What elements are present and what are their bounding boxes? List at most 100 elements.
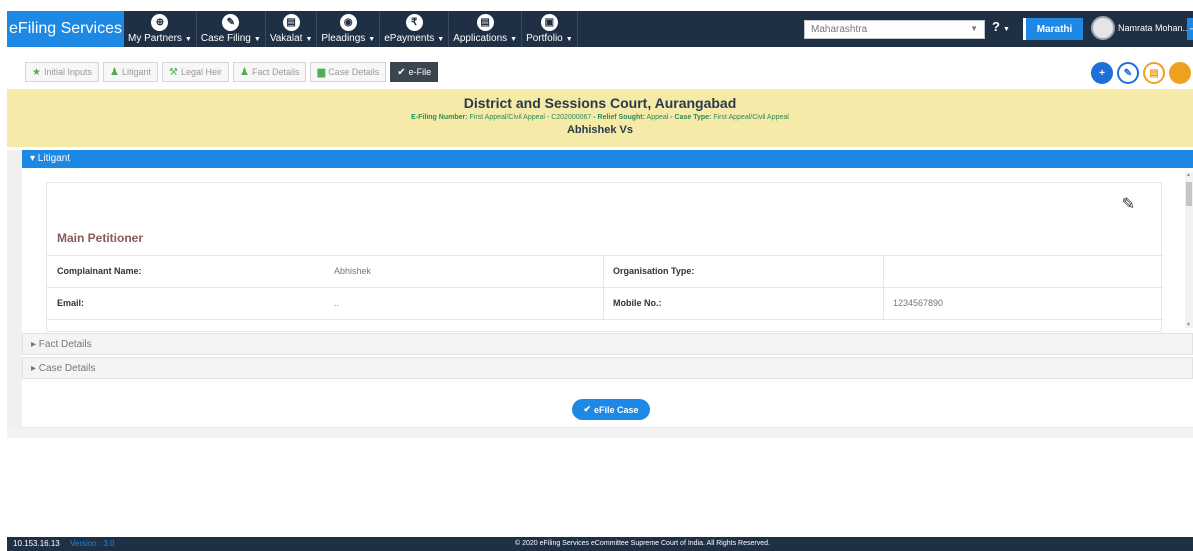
caret-down-icon: ▼ xyxy=(510,36,518,43)
caret-down-icon: ▼ xyxy=(437,36,445,43)
nav-label: Pleadings xyxy=(321,33,366,44)
case-type-label: - Case Type: xyxy=(670,114,712,121)
user-icon: ♟ xyxy=(240,66,249,78)
tab-label: Fact Details xyxy=(251,67,300,77)
efile-case-button[interactable]: ✔ eFile Case xyxy=(572,399,650,420)
user-icon: ♟ xyxy=(110,66,119,78)
tab-label: Litigant xyxy=(121,67,151,77)
litigant-panel: ✎ Main Petitioner Complainant Name: Abhi… xyxy=(22,168,1193,332)
document-icon[interactable]: ▤ xyxy=(1143,62,1165,84)
court-banner: District and Sessions Court, Aurangabad … xyxy=(7,89,1193,147)
case-type-value: First Appeal/Civil Appeal xyxy=(713,114,789,121)
vakalat-icon: ▤ xyxy=(282,14,300,31)
logout-icon[interactable]: ⇥ xyxy=(1187,18,1193,40)
content-bottom-strip xyxy=(7,428,1193,438)
court-name: District and Sessions Court, Aurangabad xyxy=(463,95,737,111)
litigant-accordion-header[interactable]: ▾ Litigant xyxy=(22,150,1193,168)
caret-down-icon: ▼ xyxy=(305,36,313,43)
field-label: Organisation Type: xyxy=(613,266,695,276)
table-row xyxy=(47,319,1163,332)
field-value: Abhishek xyxy=(334,266,372,276)
nav-label: Portfolio xyxy=(526,33,563,44)
nav-portfolio[interactable]: ▣ Portfolio ▼ xyxy=(522,11,578,47)
quick-actions: + ✎ ▤ xyxy=(1091,62,1191,84)
help-menu[interactable]: ? ▼ xyxy=(992,19,1010,34)
party-name: Abhishek Vs xyxy=(566,124,634,136)
caret-down-icon: ▼ xyxy=(253,36,261,43)
server-ip: 10.153.16.13 xyxy=(13,539,60,548)
check-circle-icon: ✔ xyxy=(397,66,406,78)
user-name[interactable]: Namrata Mohan... xyxy=(1118,23,1190,33)
nav-vakalat[interactable]: ▤ Vakalat ▼ xyxy=(266,11,318,47)
field-value: .. xyxy=(334,298,340,308)
section-title: Main Petitioner xyxy=(57,231,144,245)
relief-value: Appeal xyxy=(646,114,669,121)
nav-case-filing[interactable]: ✎ Case Filing ▼ xyxy=(197,11,266,47)
filing-number: First Appeal/Civil Appeal - C202000067 xyxy=(469,114,592,121)
field-label: Mobile No.: xyxy=(613,298,662,308)
vertical-scrollbar[interactable]: ▲ ▼ xyxy=(1185,172,1193,328)
case-details-accordion-header[interactable]: ▸ Case Details xyxy=(22,357,1193,379)
applications-icon: ▤ xyxy=(476,14,494,31)
tab-e-file[interactable]: ✔ e-File xyxy=(390,62,439,82)
edit-icon[interactable]: ✎ xyxy=(1117,62,1139,84)
nav-pleadings[interactable]: ◉ Pleadings ▼ xyxy=(317,11,381,47)
nav-my-partners[interactable]: ⊕ My Partners ▼ xyxy=(124,11,197,47)
table-row: Email: .. Mobile No.: 1234567890 xyxy=(47,287,1163,320)
nav-label: Case Filing xyxy=(200,33,251,44)
scrollbar-thumb[interactable] xyxy=(1186,182,1192,206)
filing-info: E-Filing Number: First Appeal/Civil Appe… xyxy=(7,114,1193,121)
tab-case-details[interactable]: ▆ Case Details xyxy=(310,62,387,82)
nav-label: Vakalat xyxy=(269,33,303,44)
top-navbar: eFiling Services ⊕ My Partners ▼ ✎ Case F… xyxy=(7,11,1193,47)
check-circle-icon: ✔ xyxy=(583,404,591,414)
pleadings-icon: ◉ xyxy=(339,14,357,31)
help-icon: ? xyxy=(992,19,1000,34)
nav-label: Applications xyxy=(453,33,508,44)
rupee-icon: ₹ xyxy=(405,14,423,31)
case-filing-icon: ✎ xyxy=(222,14,240,31)
nav-label: My Partners xyxy=(128,33,182,44)
relief-label: - Relief Sought: xyxy=(593,114,645,121)
tab-fact-details[interactable]: ♟ Fact Details xyxy=(233,62,307,82)
state-select-value: Maharashtra xyxy=(811,24,868,35)
avatar[interactable] xyxy=(1091,16,1115,40)
field-label: Email: xyxy=(57,298,85,308)
caret-down-icon: ▼ xyxy=(1002,26,1010,33)
tab-label: e-File xyxy=(408,67,432,77)
footer: 10.153.16.13 Version : 3.0 © 2020 eFilin… xyxy=(7,537,1193,551)
efile-case-label: eFile Case xyxy=(594,404,639,415)
table-row: Complainant Name: Abhishek Organisation … xyxy=(47,255,1163,288)
field-value: 1234567890 xyxy=(893,298,944,308)
side-gutter xyxy=(7,150,22,438)
language-button[interactable]: Marathi xyxy=(1023,18,1083,40)
fact-details-accordion-header[interactable]: ▸ Fact Details xyxy=(22,333,1193,355)
page: eFiling Services ⊕ My Partners ▼ ✎ Case F… xyxy=(0,0,1193,551)
pencil-icon[interactable]: ✎ xyxy=(1122,194,1135,214)
nav-label: ePayments xyxy=(384,33,435,44)
gavel-icon: ⚒ xyxy=(169,66,178,78)
add-icon[interactable]: + xyxy=(1091,62,1113,84)
star-icon: ★ xyxy=(32,66,41,78)
copyright-text: © 2020 eFiling Services eCommittee Supre… xyxy=(515,540,770,547)
partners-icon: ⊕ xyxy=(151,14,169,31)
tab-legal-heir[interactable]: ⚒ Legal Heir xyxy=(162,62,229,82)
nav-applications[interactable]: ▤ Applications ▼ xyxy=(449,11,523,47)
caret-down-icon: ▼ xyxy=(565,36,573,43)
more-icon[interactable] xyxy=(1169,62,1191,84)
filing-steps-tabs: ★ Initial Inputs ♟ Litigant ⚒ Legal Heir ♟ F… xyxy=(25,62,439,82)
scroll-up-icon[interactable]: ▲ xyxy=(1186,172,1191,178)
portfolio-icon: ▣ xyxy=(540,14,558,31)
filing-label: E-Filing Number: xyxy=(411,114,468,121)
tab-litigant[interactable]: ♟ Litigant xyxy=(103,62,158,82)
caret-down-icon: ▼ xyxy=(184,36,192,43)
tab-label: Case Details xyxy=(328,67,380,77)
state-select[interactable]: Maharashtra ▼ xyxy=(804,20,985,39)
caret-down-icon: ▼ xyxy=(970,24,978,33)
brand-logo[interactable]: eFiling Services xyxy=(7,11,124,47)
version-label: Version : 3.0 xyxy=(70,539,115,548)
scroll-down-icon[interactable]: ▼ xyxy=(1186,322,1191,328)
tab-initial-inputs[interactable]: ★ Initial Inputs xyxy=(25,62,99,82)
tab-label: Legal Heir xyxy=(180,67,222,77)
nav-epayments[interactable]: ₹ ePayments ▼ xyxy=(380,11,450,47)
